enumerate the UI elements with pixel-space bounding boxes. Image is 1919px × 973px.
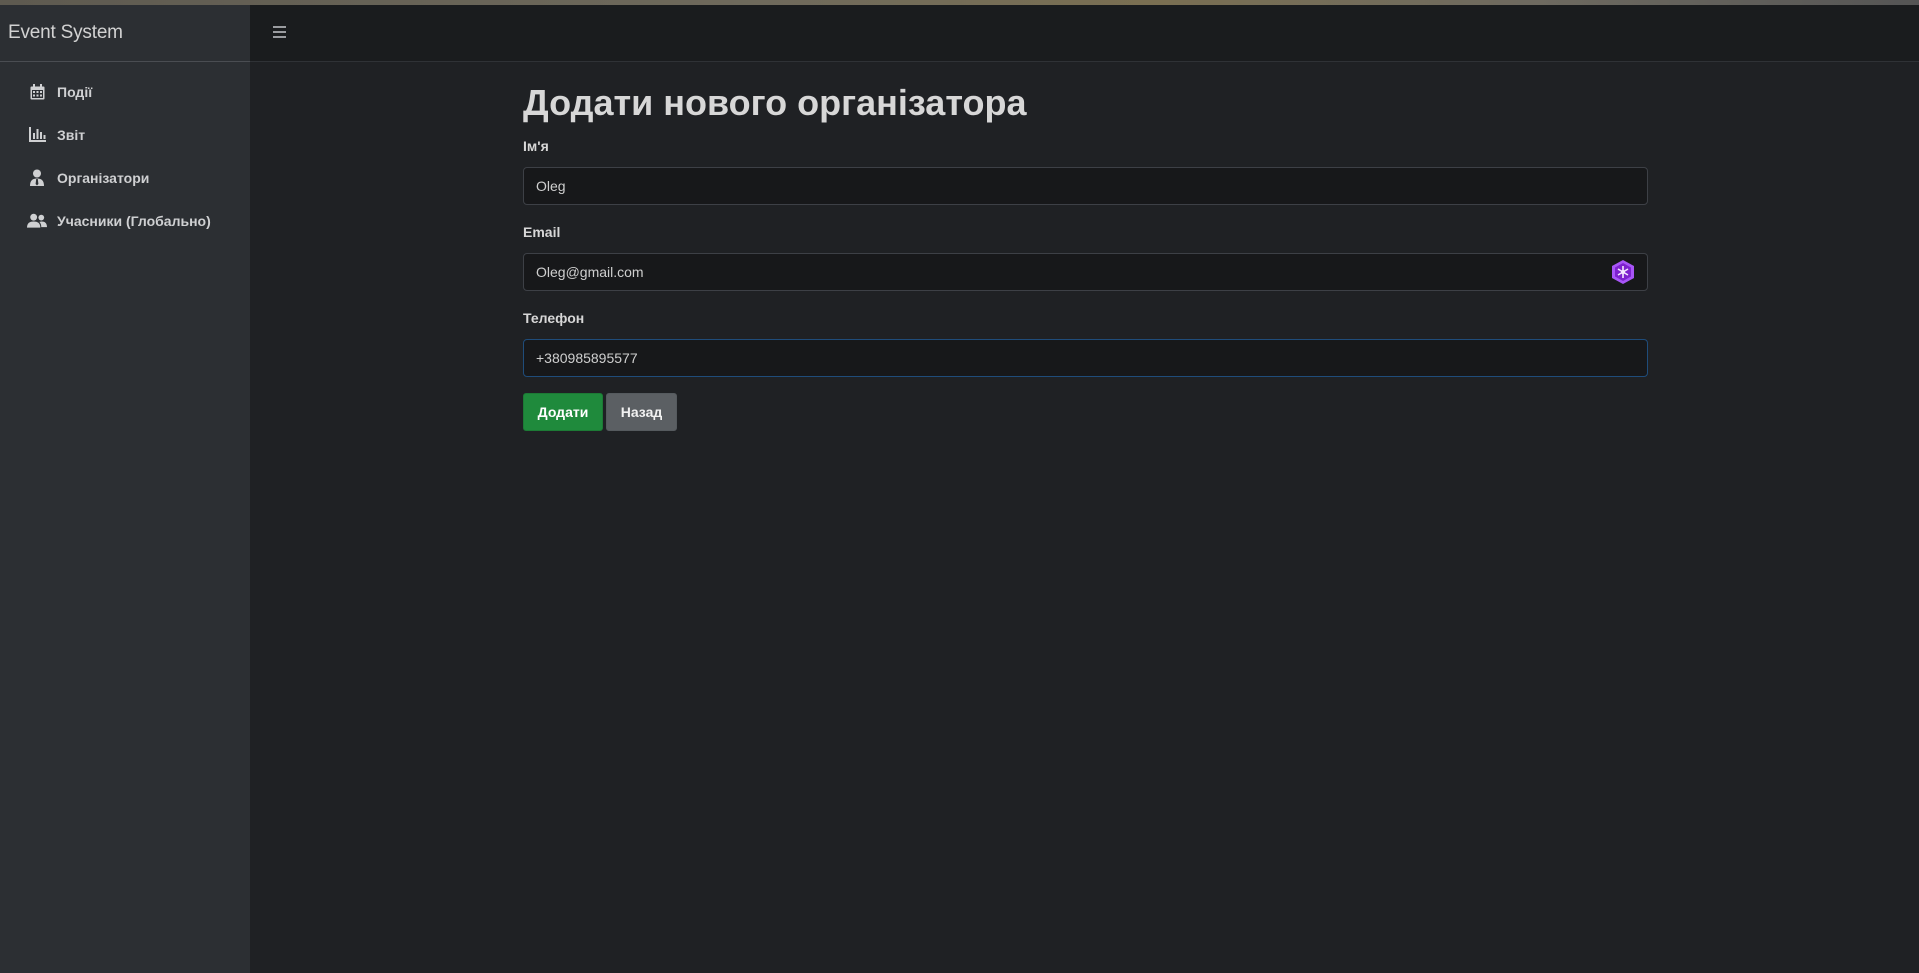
hamburger-menu-icon[interactable] xyxy=(272,25,290,41)
user-tie-icon xyxy=(27,169,47,187)
bar-chart-icon xyxy=(27,126,47,144)
top-navbar xyxy=(250,5,1919,62)
email-field-wrapper xyxy=(523,253,1648,291)
name-field[interactable] xyxy=(523,167,1648,205)
sidebar-item-label: Звіт xyxy=(57,126,86,143)
sidebar-item-label: Учасники (Глобально) xyxy=(57,212,211,229)
phone-label: Телефон xyxy=(523,310,585,326)
sidebar-item-label: Події xyxy=(57,83,93,100)
email-field[interactable] xyxy=(523,253,1648,291)
sidebar-item-participants[interactable]: Учасники (Глобально) xyxy=(0,199,250,242)
password-manager-icon[interactable] xyxy=(1610,260,1636,284)
sidebar-item-events[interactable]: Події xyxy=(0,70,250,113)
phone-field[interactable] xyxy=(523,339,1648,377)
add-button[interactable]: Додати xyxy=(523,393,603,431)
users-icon xyxy=(27,212,47,230)
name-label: Ім'я xyxy=(523,138,549,154)
back-button[interactable]: Назад xyxy=(606,393,677,431)
page-title: Додати нового організатора xyxy=(523,82,1027,123)
sidebar-nav: Події Звіт Організатори Учасники (Глобал… xyxy=(0,62,250,242)
email-label: Email xyxy=(523,224,561,240)
sidebar-item-label: Організатори xyxy=(57,169,150,186)
sidebar-item-report[interactable]: Звіт xyxy=(0,113,250,156)
brand-logo-text[interactable]: Event System xyxy=(0,5,250,62)
sidebar-item-organizers[interactable]: Організатори xyxy=(0,156,250,199)
calendar-icon xyxy=(27,83,47,101)
sidebar: Event System Події Звіт Організатори Уча… xyxy=(0,5,250,973)
